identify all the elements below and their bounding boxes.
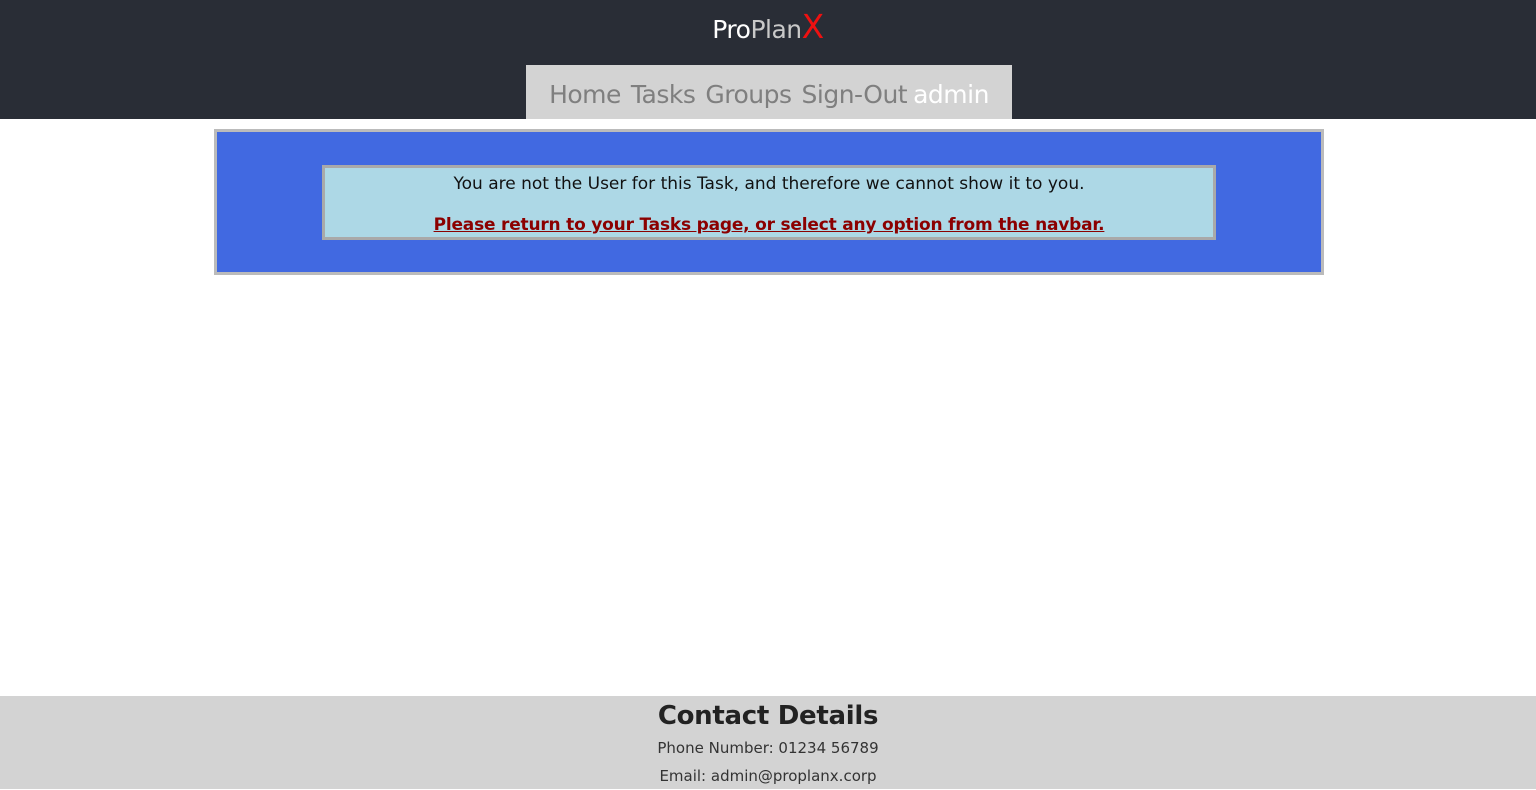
nav-groups-link[interactable]: Groups: [705, 80, 792, 109]
footer-title: Contact Details: [657, 701, 879, 731]
main-navbar: Home Tasks Groups Sign-Out admin: [526, 65, 1012, 119]
brand-logo[interactable]: ProPlanX: [0, 8, 1536, 49]
footer-email: Email: admin@proplanx.corp: [659, 767, 877, 785]
access-denied-message: You are not the User for this Task, and …: [453, 174, 1085, 194]
nav-current-user: admin: [913, 79, 989, 109]
access-denied-panel: You are not the User for this Task, and …: [214, 129, 1324, 275]
brand-logo-x: X: [801, 7, 825, 46]
nav-tasks-link[interactable]: Tasks: [631, 80, 696, 109]
site-header: ProPlanX Home Tasks Groups Sign-Out admi…: [0, 0, 1536, 119]
access-denied-message-box: You are not the User for this Task, and …: [322, 165, 1216, 240]
footer-phone: Phone Number: 01234 56789: [657, 739, 879, 757]
nav-home-link[interactable]: Home: [549, 80, 621, 109]
brand-logo-plan: Plan: [750, 15, 802, 44]
return-to-tasks-link[interactable]: Please return to your Tasks page, or sel…: [434, 214, 1105, 236]
brand-logo-pro: Pro: [712, 15, 751, 44]
site-footer: Contact Details Phone Number: 01234 5678…: [0, 696, 1536, 789]
nav-signout-link[interactable]: Sign-Out: [802, 80, 908, 109]
